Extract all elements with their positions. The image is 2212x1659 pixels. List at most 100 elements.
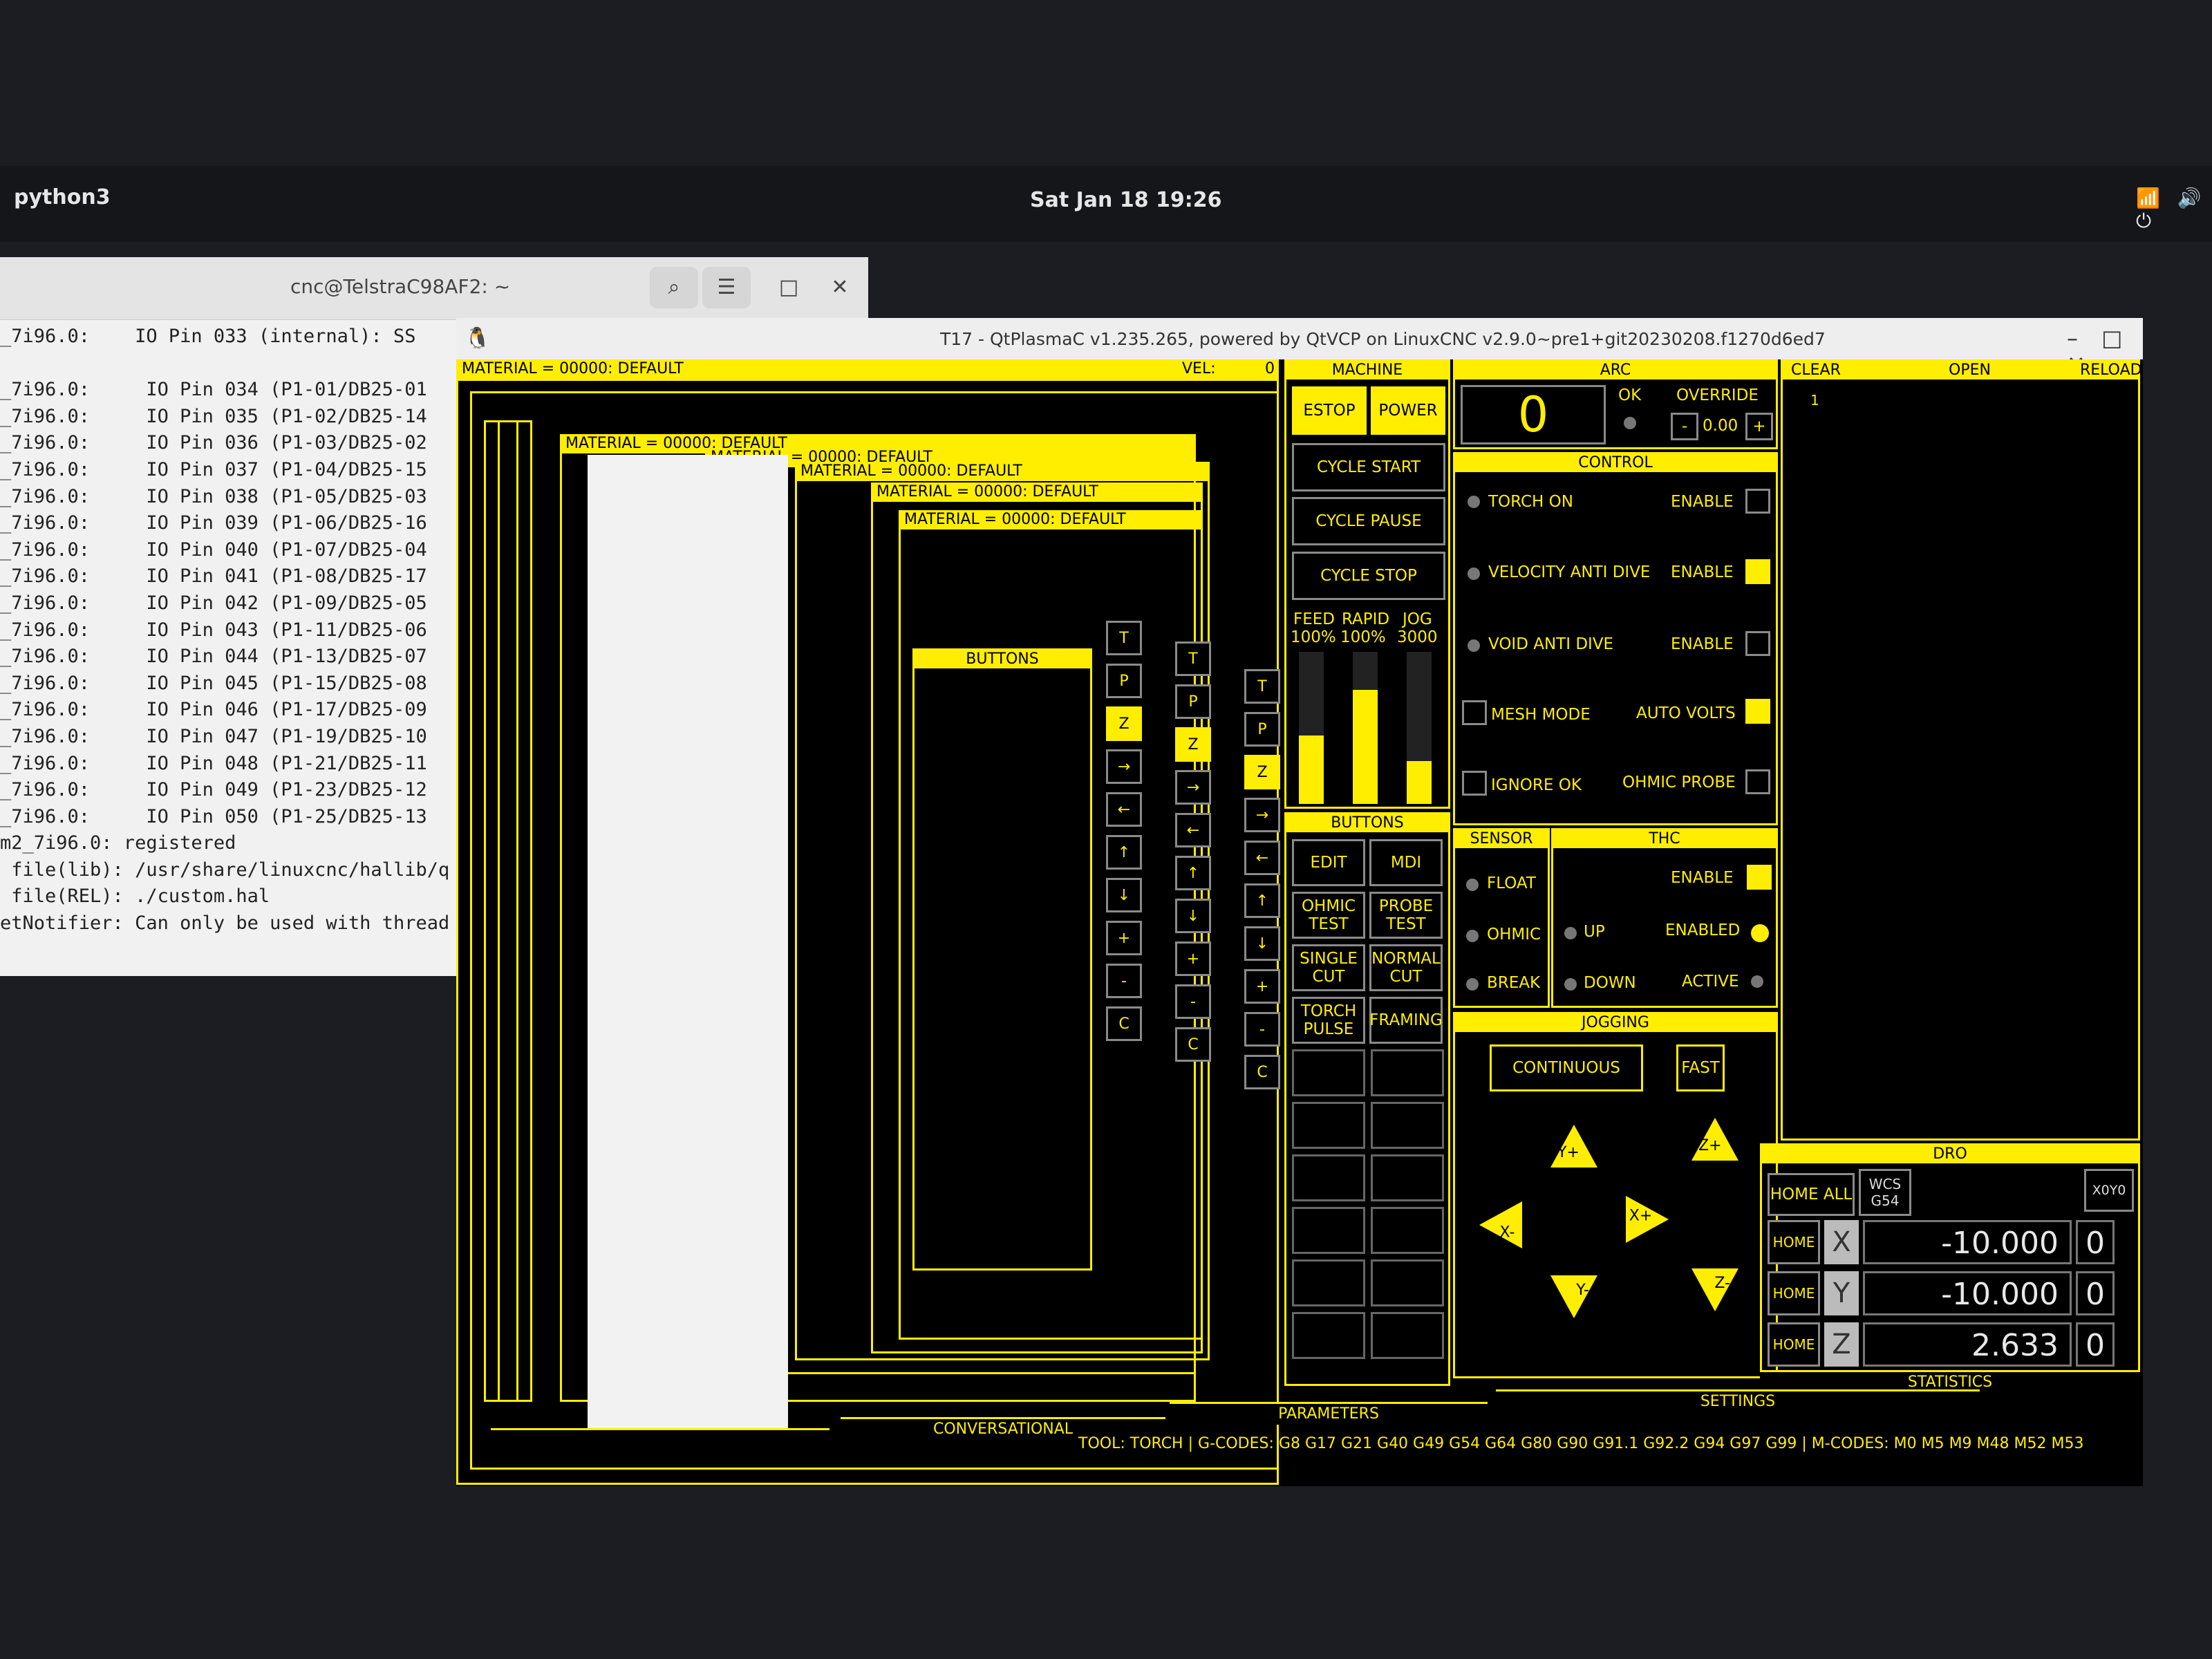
jog-key-1-9[interactable]: C	[1175, 1027, 1211, 1062]
ohmic-test-button[interactable]: OHMIC TEST	[1292, 892, 1365, 939]
rapid-slider[interactable]	[1353, 652, 1378, 804]
ignore-ok-checkbox[interactable]	[1462, 771, 1487, 796]
ohmic-probe-checkbox[interactable]	[1745, 769, 1770, 794]
void-enable-checkbox[interactable]	[1745, 631, 1770, 656]
override-minus-button[interactable]: -	[1671, 413, 1698, 440]
normal-cut-button[interactable]: NORMAL CUT	[1369, 944, 1443, 991]
home-z-button[interactable]: HOME	[1768, 1322, 1820, 1367]
user-button[interactable]	[1292, 1049, 1365, 1096]
user-button[interactable]	[1371, 1259, 1444, 1306]
jog-key-1-3[interactable]: →	[1175, 770, 1211, 805]
cycle-stop-button[interactable]: CYCLE STOP	[1292, 552, 1445, 600]
jog-key-0-7[interactable]: +	[1106, 921, 1142, 955]
tab-main[interactable]: MAIN	[491, 1428, 830, 1454]
reload-button[interactable]: RELOAD	[2080, 362, 2142, 379]
jog-y-plus-button[interactable]: Y+	[1550, 1125, 1597, 1173]
system-tray-icons[interactable]: 📶 🔊 ⏻	[2136, 187, 2212, 233]
home-y-button[interactable]: HOME	[1768, 1271, 1820, 1315]
home-x-button[interactable]: HOME	[1768, 1220, 1820, 1264]
jog-z-minus-button[interactable]: Z-	[1691, 1263, 1738, 1311]
continuous-button[interactable]: CONTINUOUS	[1490, 1044, 1643, 1091]
jog-x-minus-button[interactable]: X-	[1479, 1201, 1528, 1248]
jog-key-2-9[interactable]: C	[1244, 1055, 1280, 1089]
menu-icon[interactable]: ☰	[702, 267, 751, 308]
jog-z-plus-button[interactable]: Z+	[1691, 1118, 1738, 1166]
clock[interactable]: Sat Jan 18 19:26	[1030, 188, 1222, 212]
cycle-start-button[interactable]: CYCLE START	[1292, 443, 1445, 491]
user-button[interactable]	[1371, 1049, 1444, 1096]
jog-key-2-2[interactable]: Z	[1244, 755, 1280, 789]
active-app-name[interactable]: python3	[14, 185, 111, 209]
mesh-mode-checkbox[interactable]	[1462, 700, 1487, 725]
jog-key-2-0[interactable]: T	[1244, 669, 1280, 704]
x0y0-button[interactable]: X0Y0	[2084, 1169, 2134, 1212]
jog-key-2-6[interactable]: ↓	[1244, 926, 1280, 961]
preview-canvas[interactable]	[588, 455, 788, 1436]
fast-button[interactable]: FAST	[1676, 1044, 1725, 1091]
estop-button[interactable]: ESTOP	[1292, 386, 1367, 435]
jog-key-0-9[interactable]: C	[1106, 1006, 1142, 1041]
jog-key-1-2[interactable]: Z	[1175, 727, 1211, 762]
user-button[interactable]	[1292, 1102, 1365, 1149]
power-button[interactable]: POWER	[1371, 386, 1445, 435]
jog-key-1-8[interactable]: -	[1175, 984, 1211, 1019]
jog-key-1-1[interactable]: P	[1175, 684, 1211, 719]
jog-key-0-6[interactable]: ↓	[1106, 878, 1142, 912]
jog-key-0-4[interactable]: ←	[1106, 792, 1142, 827]
search-icon[interactable]: ⌕	[650, 267, 698, 308]
single-cut-button[interactable]: SINGLE CUT	[1292, 944, 1365, 991]
jog-key-0-5[interactable]: ↑	[1106, 835, 1142, 870]
jog-key-2-8[interactable]: -	[1244, 1012, 1280, 1047]
zero-z-button[interactable]: 0	[2076, 1322, 2115, 1367]
clear-button[interactable]: CLEAR	[1791, 362, 1841, 379]
home-all-button[interactable]: HOME ALL	[1768, 1173, 1855, 1216]
jog-key-0-3[interactable]: →	[1106, 749, 1142, 784]
feed-slider[interactable]	[1299, 652, 1324, 804]
open-button[interactable]: OPEN	[1949, 362, 1991, 379]
torch-enable-checkbox[interactable]	[1745, 489, 1770, 514]
thc-enable-checkbox[interactable]	[1747, 865, 1772, 890]
user-button[interactable]	[1371, 1102, 1444, 1149]
user-button[interactable]	[1292, 1207, 1365, 1254]
user-button[interactable]	[1292, 1312, 1365, 1359]
edit-button[interactable]: EDIT	[1292, 839, 1365, 886]
user-button[interactable]	[1292, 1259, 1365, 1306]
close-icon[interactable]: ✕	[816, 267, 864, 308]
zero-y-button[interactable]: 0	[2076, 1271, 2115, 1315]
framing-button[interactable]: FRAMING	[1369, 997, 1443, 1044]
vad-enable-checkbox[interactable]	[1745, 559, 1770, 584]
mdi-button[interactable]: MDI	[1369, 839, 1443, 886]
jog-key-2-1[interactable]: P	[1244, 712, 1280, 747]
user-button[interactable]	[1292, 1154, 1365, 1201]
jog-x-plus-button[interactable]: X+	[1620, 1196, 1669, 1243]
user-button[interactable]	[1371, 1207, 1444, 1254]
preview-area[interactable]: MATERIAL = 00000: DEFAULT MATERIAL = 0000…	[456, 379, 1280, 1485]
torch-pulse-button[interactable]: TORCH PULSE	[1292, 997, 1365, 1044]
tab-parameters[interactable]: PARAMETERS	[1170, 1402, 1488, 1425]
cycle-pause-button[interactable]: CYCLE PAUSE	[1292, 497, 1445, 545]
jog-key-0-8[interactable]: -	[1106, 964, 1142, 998]
user-button[interactable]	[1371, 1154, 1444, 1201]
tab-settings[interactable]: SETTINGS	[1496, 1389, 1980, 1412]
jog-key-2-4[interactable]: ←	[1244, 841, 1280, 875]
jog-key-2-3[interactable]: →	[1244, 798, 1280, 832]
jog-key-1-5[interactable]: ↑	[1175, 856, 1211, 890]
jog-key-0-2[interactable]: Z	[1106, 706, 1142, 741]
jog-y-minus-button[interactable]: Y-	[1550, 1270, 1597, 1318]
wcs-button[interactable]: WCS G54	[1859, 1169, 1911, 1216]
terminal-output[interactable]: _7i96.0: IO Pin 033 (internal): SS _7i96…	[0, 324, 449, 937]
probe-test-button[interactable]: PROBE TEST	[1369, 892, 1443, 939]
maximize-icon[interactable]: □	[765, 267, 813, 308]
jog-key-1-0[interactable]: T	[1175, 641, 1211, 676]
zero-x-button[interactable]: 0	[2076, 1220, 2115, 1264]
jog-key-1-7[interactable]: +	[1175, 941, 1211, 976]
auto-volts-checkbox[interactable]	[1745, 699, 1770, 724]
jog-slider[interactable]	[1407, 652, 1432, 804]
jog-key-2-7[interactable]: +	[1244, 969, 1280, 1004]
jog-key-0-0[interactable]: T	[1106, 621, 1142, 655]
jog-key-0-1[interactable]: P	[1106, 664, 1142, 698]
jog-key-1-4[interactable]: ←	[1175, 813, 1211, 847]
user-button[interactable]	[1371, 1312, 1444, 1359]
override-plus-button[interactable]: +	[1745, 413, 1773, 440]
jog-key-2-5[interactable]: ↑	[1244, 883, 1280, 918]
